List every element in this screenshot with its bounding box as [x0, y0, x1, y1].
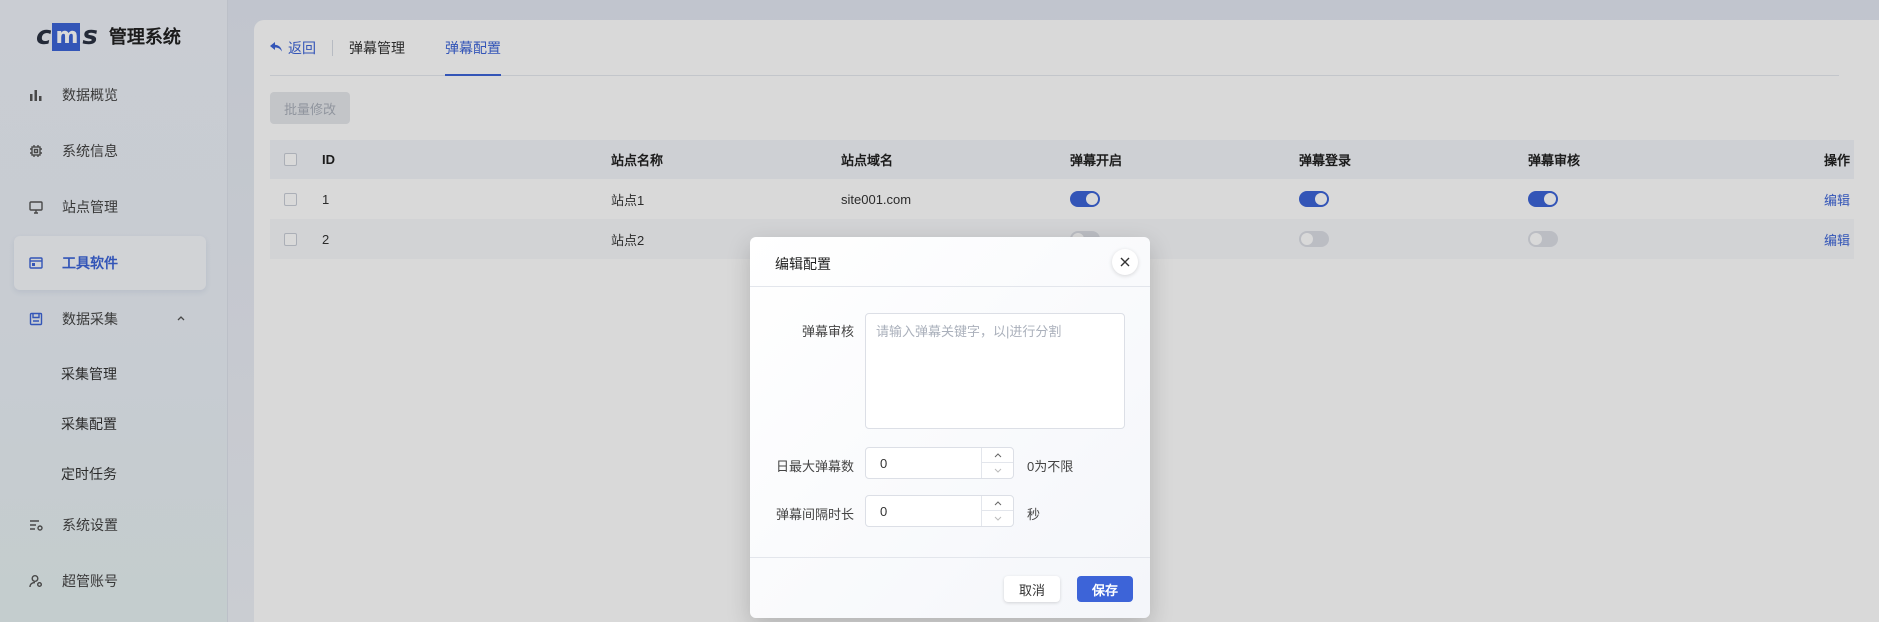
chevron-up-icon	[994, 452, 1001, 457]
max-danmu-label: 日最大弹幕数	[775, 459, 854, 474]
edit-config-dialog: 编辑配置 弹幕审核 请输入弹幕关键字，以|进行分割 日最大弹幕数 0 0为不限 …	[750, 237, 1150, 618]
interval-label: 弹幕间隔时长	[775, 507, 854, 522]
chevron-down-icon	[994, 516, 1001, 521]
max-danmu-hint: 0为不限	[1027, 459, 1074, 474]
max-danmu-value: 0	[880, 456, 888, 471]
close-icon	[1120, 257, 1130, 267]
review-keywords-textarea[interactable]: 请输入弹幕关键字，以|进行分割	[865, 313, 1125, 429]
chevron-up-icon	[994, 500, 1001, 505]
decrement-button[interactable]	[982, 463, 1013, 478]
interval-stepper	[981, 496, 1013, 526]
decrement-button[interactable]	[982, 511, 1013, 526]
chevron-down-icon	[994, 468, 1001, 473]
dialog-title: 编辑配置	[775, 256, 831, 272]
interval-value: 0	[880, 504, 888, 519]
increment-button[interactable]	[982, 496, 1013, 511]
interval-unit: 秒	[1027, 507, 1041, 522]
dialog-header: 编辑配置	[750, 237, 1150, 287]
save-button[interactable]: 保存	[1077, 576, 1133, 602]
interval-input[interactable]: 0	[865, 495, 1014, 527]
max-danmu-stepper	[981, 448, 1013, 478]
increment-button[interactable]	[982, 448, 1013, 463]
max-danmu-input[interactable]: 0	[865, 447, 1014, 479]
cancel-button[interactable]: 取消	[1004, 576, 1060, 602]
close-button[interactable]	[1112, 249, 1138, 275]
review-label: 弹幕审核	[801, 324, 854, 339]
dialog-divider	[750, 557, 1150, 558]
